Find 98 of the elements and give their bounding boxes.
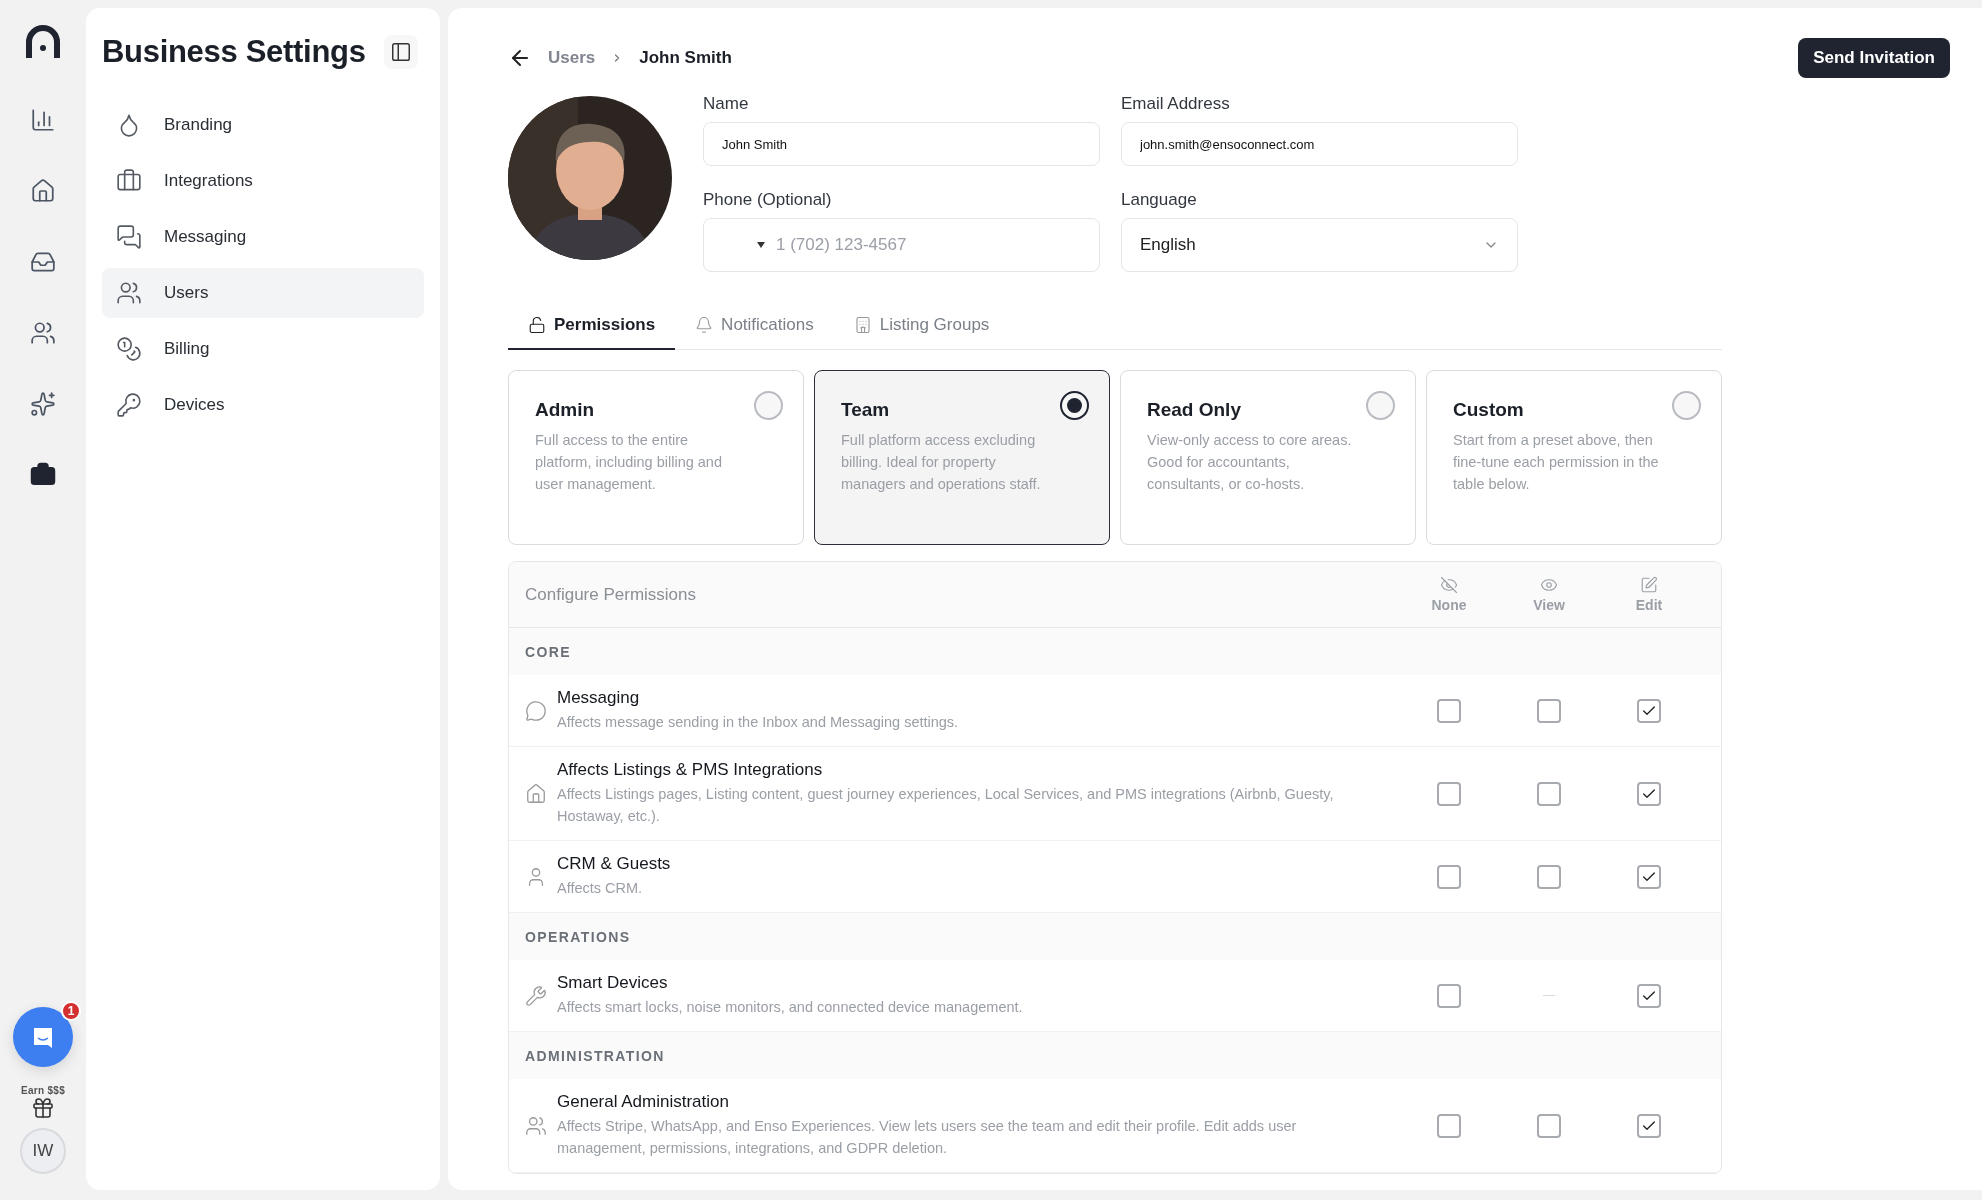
earn-label: Earn $$$: [20, 1085, 66, 1096]
wrench-icon: [525, 984, 547, 1007]
permission-name: Messaging: [557, 688, 641, 708]
tab[interactable]: Listing Groups: [833, 302, 1010, 350]
checkbox[interactable]: [1437, 698, 1461, 723]
chat-bubble-icon: [525, 699, 547, 722]
role-card[interactable]: Team Full platform access excluding billing. Ideal for property managers and operations staff.: [814, 370, 1110, 545]
checkbox[interactable]: [1537, 698, 1561, 723]
users-icon: [116, 280, 142, 306]
permission-name: CRM & Guests: [557, 854, 671, 874]
role-card[interactable]: Custom Start from a preset above, then fine-tune each permission in the table below.: [1426, 370, 1722, 545]
notification-badge: 1: [61, 1001, 81, 1021]
checkbox[interactable]: [1437, 983, 1461, 1008]
field-label: Name: [703, 94, 750, 114]
collapse-sidebar-button[interactable]: [384, 35, 418, 69]
breadcrumb-link[interactable]: Users: [548, 48, 596, 68]
sidebar-item[interactable]: Messaging: [102, 212, 424, 262]
permission-description: Affects CRM.: [557, 879, 644, 898]
field-label: Phone (Optional): [703, 190, 833, 210]
chart-icon: [30, 107, 56, 133]
radio-button[interactable]: [1060, 391, 1089, 420]
permission-description: Affects message sending in the Inbox and Messaging settings.: [557, 713, 959, 732]
role-title: Custom: [1453, 399, 1525, 421]
phone-field[interactable]: 1 (702) 123-4567: [703, 218, 1100, 272]
text-field[interactable]: john.smith@ensoconnect.com: [1121, 122, 1518, 166]
tab[interactable]: Notifications: [675, 302, 834, 350]
role-title: Read Only: [1147, 399, 1242, 421]
role-description: Start from a preset above, then fine-tune each permission in the table below.: [1453, 431, 1660, 494]
breadcrumb-current: John Smith: [639, 48, 732, 68]
role-card[interactable]: Read Only View-only access to core areas. Good for accountants, consultants, or co-hosts.: [1120, 370, 1416, 545]
checkbox[interactable]: [1437, 1113, 1461, 1138]
sidebar-item[interactable]: Integrations: [102, 156, 424, 206]
checkbox[interactable]: [1637, 698, 1661, 723]
home-icon: [30, 178, 56, 204]
field-label: Language: [1121, 190, 1198, 210]
checkbox[interactable]: [1537, 1113, 1561, 1138]
sidebar-item[interactable]: Branding: [102, 100, 424, 150]
gift-icon[interactable]: [31, 1096, 55, 1120]
eye-off-icon: [1440, 576, 1458, 594]
sidebar-title: Business Settings: [102, 34, 366, 70]
table-title: Configure Permissions: [524, 584, 697, 605]
column-header: Edit: [1635, 597, 1663, 613]
sparkles-icon: [30, 391, 56, 417]
field-label: Email Address: [1121, 94, 1231, 114]
tab[interactable]: Permissions: [508, 302, 676, 350]
role-description: View-only access to core areas. Good for accountants, consultants, or co-hosts.: [1147, 431, 1353, 494]
column-header: View: [1533, 597, 1565, 613]
role-title: Admin: [535, 399, 596, 421]
section-title: CORE: [525, 643, 572, 660]
column-header: None: [1431, 597, 1467, 613]
language-select[interactable]: English: [1121, 218, 1518, 272]
checkbox[interactable]: [1437, 864, 1461, 889]
section-title: OPERATIONS: [525, 928, 631, 945]
buildings-icon: [853, 316, 872, 334]
role-description: Full platform access excluding billing. Ideal for property managers and operations staff.: [841, 431, 1042, 494]
bell-icon: [695, 316, 714, 334]
checkbox[interactable]: [1537, 781, 1561, 806]
send-invitation-button[interactable]: Send Invitation: [1798, 38, 1950, 78]
checkbox[interactable]: [1437, 781, 1461, 806]
checkbox[interactable]: [1537, 864, 1561, 889]
sidebar-item[interactable]: Users: [102, 268, 424, 318]
permission-name: Smart Devices: [557, 973, 669, 993]
radio-button[interactable]: [754, 391, 783, 420]
home-icon: [525, 782, 547, 805]
text-field[interactable]: John Smith: [703, 122, 1100, 166]
key-icon: [116, 392, 142, 418]
sidebar-item[interactable]: Devices: [102, 380, 424, 430]
checkbox[interactable]: [1637, 1113, 1661, 1138]
edit-icon: [1640, 576, 1658, 594]
permission-description: Affects Listings pages, Listing content, guest journey experiences, Local Services, and PMS integrations (Airbnb, Guesty, Hostaway, etc.).: [557, 785, 1335, 826]
unavailable-dash: [1543, 995, 1555, 996]
radio-button[interactable]: [1366, 391, 1395, 420]
permission-name: Affects Listings & PMS Integrations: [557, 760, 824, 780]
checkbox[interactable]: [1637, 781, 1661, 806]
radio-button[interactable]: [1672, 391, 1701, 420]
chat-launcher-button[interactable]: [13, 1007, 73, 1067]
panel-icon: [390, 41, 412, 63]
users-icon: [30, 320, 56, 346]
permission-description: Affects Stripe, WhatsApp, and Enso Experiences. View lets users see the team and edit their profile. Edit adds user management, permissions, integrations, and GDPR deletion.: [557, 1117, 1298, 1158]
eye-icon: [1540, 576, 1558, 594]
briefcase-icon: [30, 462, 56, 488]
role-card[interactable]: Admin Full access to the entire platform, including billing and user management.: [508, 370, 804, 545]
inbox-icon: [30, 249, 56, 275]
checkbox[interactable]: [1637, 983, 1661, 1008]
permission-description: Affects smart locks, noise monitors, and connected device management.: [557, 998, 1023, 1017]
role-description: Full access to the entire platform, including billing and user management.: [535, 431, 723, 494]
role-title: Team: [841, 399, 891, 421]
permission-name: General Administration: [557, 1092, 730, 1112]
section-title: ADMINISTRATION: [525, 1047, 665, 1064]
users-icon: [525, 1114, 547, 1137]
coins-icon: [116, 336, 142, 362]
sidebar-item[interactable]: Billing: [102, 324, 424, 374]
caret-icon[interactable]: [757, 242, 765, 248]
user-avatar[interactable]: IW: [20, 1128, 66, 1174]
logo-icon: [25, 24, 61, 60]
checkbox[interactable]: [1637, 864, 1661, 889]
chat-bubbles-icon: [116, 224, 142, 250]
lock-icon: [528, 316, 546, 334]
